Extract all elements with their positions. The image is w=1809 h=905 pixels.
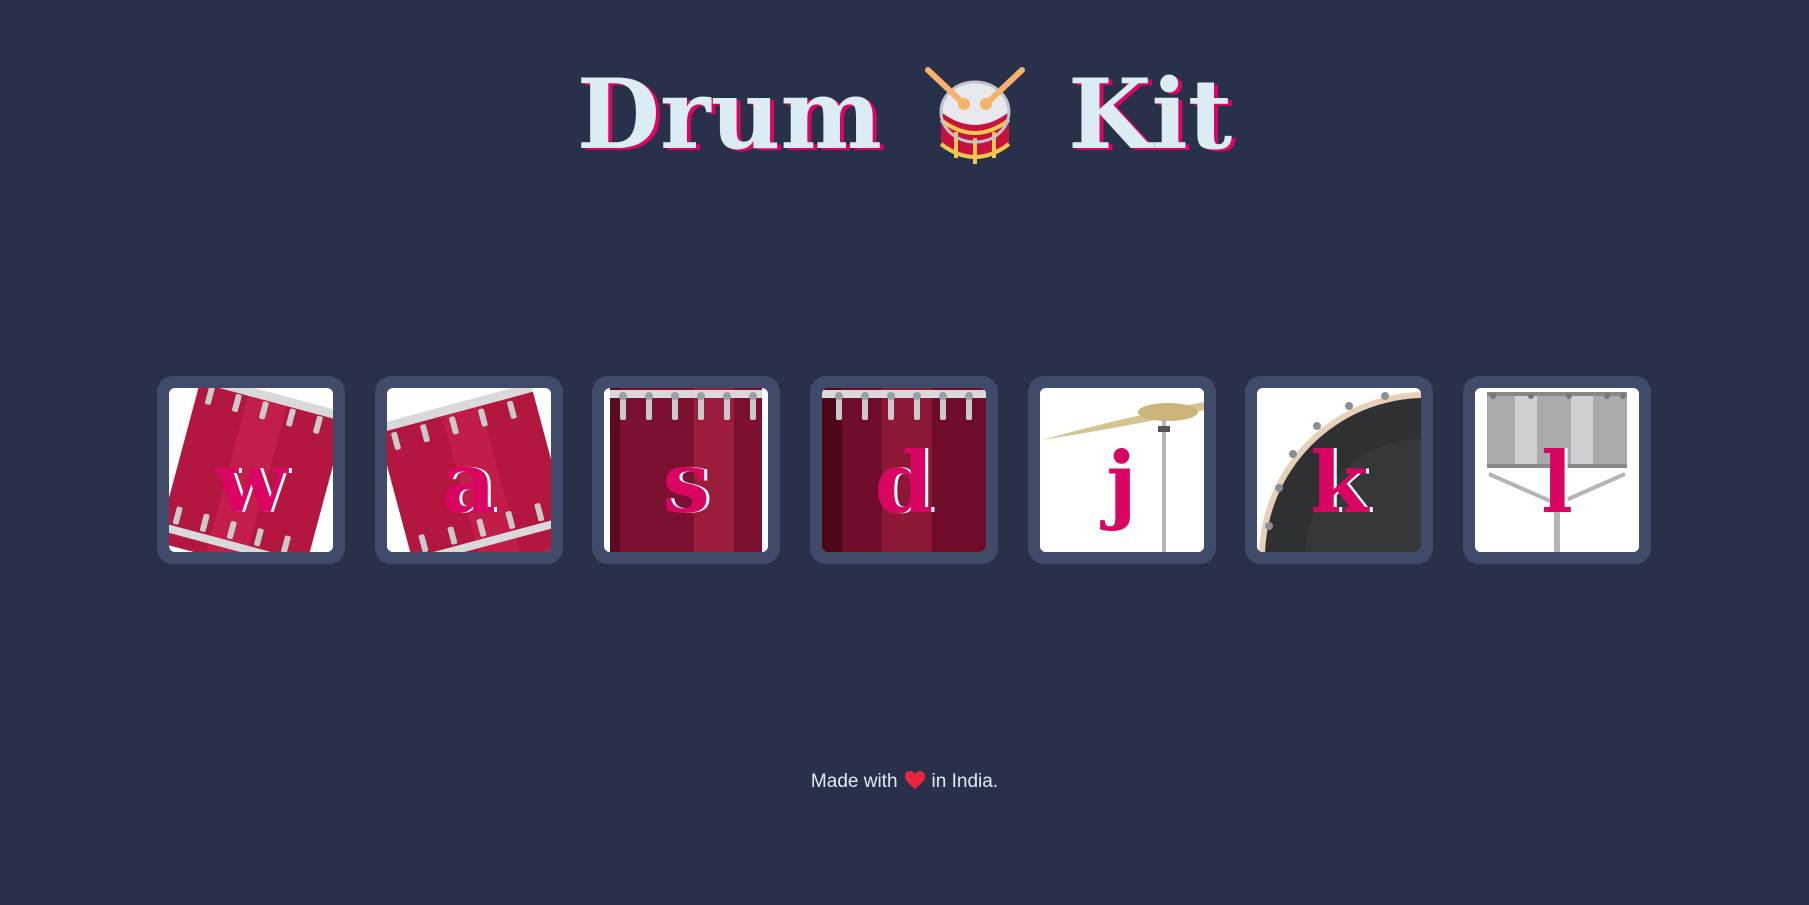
- drum-key-label: k: [1310, 432, 1369, 532]
- drum-button-w[interactable]: w: [157, 376, 345, 564]
- drum-button-a[interactable]: a: [374, 376, 563, 564]
- heart-icon: [904, 770, 926, 790]
- drum-face: w: [169, 388, 333, 552]
- drum-button-l[interactable]: l: [1462, 376, 1651, 564]
- page-title: Drum Kit: [0, 52, 1809, 170]
- drum-key-label: a: [441, 432, 496, 532]
- drum-face: d: [821, 388, 986, 552]
- drum-button-k[interactable]: k: [1245, 376, 1434, 564]
- drum-face: k: [1257, 388, 1422, 552]
- drum-face: l: [1474, 388, 1639, 552]
- title-word-kit: Kit: [1067, 58, 1233, 172]
- drum-with-sticks-icon: [920, 60, 1030, 170]
- drum-key-label: d: [874, 432, 934, 532]
- drum-key-label: l: [1540, 432, 1573, 532]
- footer-text-after: in India.: [931, 771, 999, 792]
- drum-button-d[interactable]: d: [809, 376, 998, 564]
- footer-text-before: Made with: [810, 771, 898, 792]
- drum-face: j: [1039, 388, 1204, 552]
- drum-key-label: s: [662, 432, 710, 532]
- title-word-drum: Drum: [576, 58, 882, 172]
- drum-face: a: [386, 388, 551, 552]
- drum-face: s: [604, 388, 769, 552]
- drum-set: w a s d j k l: [157, 376, 1651, 564]
- footer: Made with in India.: [0, 770, 1809, 793]
- drum-button-s[interactable]: s: [592, 376, 781, 564]
- drum-key-label: w: [214, 432, 288, 532]
- drum-button-j[interactable]: j: [1027, 376, 1216, 564]
- drum-key-label: j: [1106, 432, 1137, 532]
